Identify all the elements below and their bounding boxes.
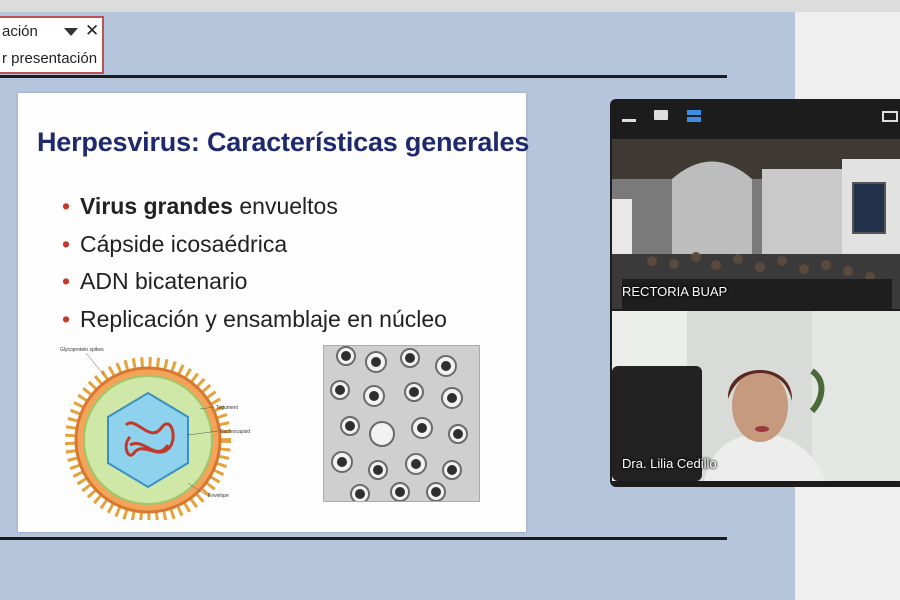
bullet-text: Cápside icosaédrica (80, 230, 288, 257)
single-view-icon[interactable] (654, 110, 668, 120)
diagram-label: Envelope (208, 493, 229, 499)
top-strip (0, 0, 900, 12)
participant-tile[interactable]: Dra. Lilia Cedillo (612, 311, 900, 481)
close-icon[interactable]: ✕ (85, 21, 99, 41)
bullet-list: Virus grandes envueltos Cápside icosaédr… (62, 188, 447, 338)
video-toolbar (610, 99, 900, 137)
gallery-view-icon[interactable] (687, 110, 701, 122)
bullet-text: ADN bicatenario (80, 268, 248, 294)
video-panel: RECTORIA BUAP Dra. Lilia Cedillo (610, 99, 900, 487)
participant-name: Dra. Lilia Cedillo (622, 456, 717, 471)
slide: Herpesvirus: Características generales V… (18, 93, 530, 532)
diagram-label: Glycoprotein spikes (60, 347, 104, 353)
diagram-label: Tegument (216, 405, 239, 411)
bullet-bold: Virus grandes (80, 193, 233, 219)
bullet-item: ADN bicatenario (62, 263, 447, 301)
chevron-down-icon[interactable] (64, 28, 78, 36)
participant-name: RECTORIA BUAP (622, 284, 728, 299)
bottom-rule (0, 537, 727, 540)
electron-micrograph-image (323, 345, 480, 502)
bullet-item: Cápside icosaédrica (62, 226, 447, 264)
bullet-text: Replicación y ensamblaje en núcleo (80, 305, 447, 332)
presenter-panel-title: ación (2, 23, 38, 40)
top-rule (0, 75, 727, 78)
diagram-label: Nucleocapsid (220, 429, 250, 435)
herpesvirus-diagram: Glycoprotein spikes Tegument Nucleocapsi… (60, 347, 250, 520)
participant-tile[interactable]: RECTORIA BUAP (612, 139, 900, 309)
bullet-text: envueltos (232, 193, 338, 219)
slide-title: Herpesvirus: Características generales (37, 127, 530, 157)
fullscreen-icon[interactable] (882, 111, 898, 122)
presenter-panel: ación ✕ r presentación (0, 16, 104, 74)
bullet-item: Replicación y ensamblaje en núcleo (62, 301, 447, 339)
minimize-icon[interactable] (622, 119, 636, 122)
presentation-button[interactable]: r presentación (2, 50, 97, 67)
bullet-item: Virus grandes envueltos (62, 188, 447, 226)
